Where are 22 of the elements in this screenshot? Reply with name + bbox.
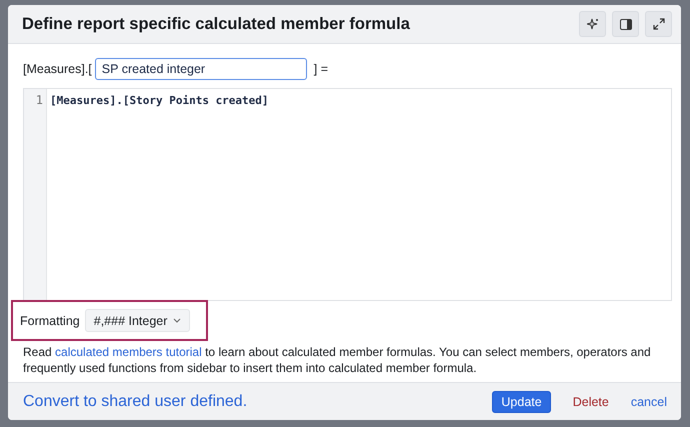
update-button[interactable]: Update bbox=[492, 390, 551, 412]
chevron-down-icon bbox=[173, 318, 182, 323]
sparkle-icon bbox=[586, 18, 598, 30]
dialog-title: Define report specific calculated member formula bbox=[22, 14, 411, 34]
expand-icon bbox=[652, 18, 664, 30]
expand-button[interactable] bbox=[645, 11, 672, 37]
sidebar-toggle-button[interactable] bbox=[612, 11, 639, 37]
code-line: [Measures].[Story Points created] bbox=[50, 93, 270, 108]
formatting-dropdown[interactable]: #,### Integer bbox=[84, 309, 190, 332]
formatting-label: Formatting bbox=[20, 314, 80, 328]
formula-editor[interactable]: 1 [Measures].[Story Points created] bbox=[23, 88, 672, 301]
name-suffix: ] = bbox=[314, 62, 328, 76]
cancel-link[interactable]: cancel bbox=[630, 390, 667, 412]
tutorial-link[interactable]: calculated members tutorial bbox=[55, 345, 202, 359]
sidebar-icon bbox=[620, 18, 632, 30]
line-number: 1 bbox=[34, 92, 44, 108]
delete-button[interactable]: Delete bbox=[564, 390, 617, 412]
member-name-field[interactable]: SP created integer bbox=[94, 58, 307, 80]
name-prefix: [Measures].[ bbox=[23, 62, 92, 76]
help-text: Read calculated members tutorial to learn about calculated member formulas. You can select members, operators and frequently used functions from sidebar to insert them into calculated member formula. bbox=[23, 344, 652, 376]
sparkle-button[interactable] bbox=[579, 11, 606, 37]
convert-link[interactable]: Convert to shared user defined. bbox=[23, 392, 248, 410]
